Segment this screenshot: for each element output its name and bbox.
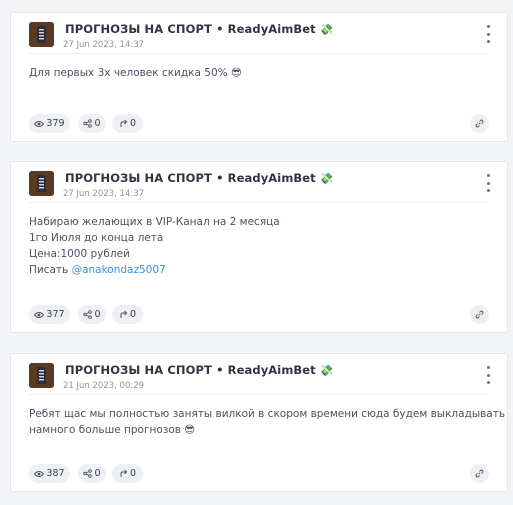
more-vertical-icon[interactable] <box>483 366 493 384</box>
money-emoji: 💸 <box>319 364 334 377</box>
eye-icon <box>34 470 45 477</box>
post-date: 27 Jun 2023, 14:37 <box>63 40 145 50</box>
more-vertical-icon[interactable] <box>483 174 493 192</box>
post-feed: ПРОГНОЗЫ НА СПОРТ • ReadyAimBet 💸 27 Jun… <box>0 0 513 505</box>
header-divider <box>29 202 489 203</box>
shares-counter[interactable]: 0 <box>78 305 106 324</box>
link-icon <box>475 310 484 319</box>
forwards-counter[interactable]: 0 <box>112 305 143 324</box>
channel-name[interactable]: ПРОГНОЗЫ НА СПОРТ • ReadyAimBet 💸 <box>65 171 334 185</box>
shares-count: 0 <box>94 309 101 320</box>
views-counter[interactable]: 377 <box>29 305 70 324</box>
post-text: Набираю желающих в VIP-Канал на 2 месяца… <box>29 214 489 278</box>
shares-counter[interactable]: 0 <box>78 114 106 133</box>
link-icon <box>475 119 484 128</box>
post-header: ПРОГНОЗЫ НА СПОРТ • ReadyAimBet 💸 27 Jun… <box>11 13 507 53</box>
header-divider <box>29 53 489 54</box>
post-text-line: Цена:1000 рублей <box>29 248 130 260</box>
money-emoji: 💸 <box>319 172 334 185</box>
eye-icon <box>34 311 45 318</box>
views-count: 377 <box>46 309 65 320</box>
forward-arrow-icon <box>120 310 128 318</box>
post-card: ПРОГНОЗЫ НА СПОРТ • ReadyAimBet 💸 27 Jun… <box>10 12 508 142</box>
channel-name[interactable]: ПРОГНОЗЫ НА СПОРТ • ReadyAimBet 💸 <box>65 363 334 377</box>
post-text: Ребят щас мы полностью заняты вилкой в с… <box>29 406 506 438</box>
link-icon <box>475 469 484 478</box>
post-date: 27 Jun 2023, 14:37 <box>63 189 145 199</box>
forwards-count: 0 <box>129 118 137 129</box>
channel-name[interactable]: ПРОГНОЗЫ НА СПОРТ • ReadyAimBet 💸 <box>65 22 334 36</box>
channel-avatar[interactable] <box>29 22 54 47</box>
post-text-line: Для первых 3х человек скидка 50% 😎 <box>29 67 242 79</box>
post-footer: 387 0 0 <box>29 464 489 483</box>
post-footer: 379 0 0 <box>29 114 489 133</box>
post-text: Для первых 3х человек скидка 50% 😎 <box>29 65 489 81</box>
shares-counter[interactable]: 0 <box>78 464 106 483</box>
views-counter[interactable]: 387 <box>29 464 70 483</box>
post-text-line: Ребят щас мы полностью заняты вилкой в с… <box>29 408 506 420</box>
shares-count: 0 <box>94 468 101 479</box>
channel-avatar[interactable] <box>29 171 54 196</box>
post-text-line: намного больше прогнозов 😎 <box>29 424 196 436</box>
post-text-line: 1го Июля до конца лета <box>29 232 164 244</box>
share-nodes-icon <box>83 469 93 478</box>
eye-icon <box>34 120 45 127</box>
views-count: 379 <box>46 118 65 129</box>
post-card: ПРОГНОЗЫ НА СПОРТ • ReadyAimBet 💸 21 Jun… <box>10 353 508 492</box>
post-card: ПРОГНОЗЫ НА СПОРТ • ReadyAimBet 💸 27 Jun… <box>10 161 508 333</box>
forwards-count: 0 <box>129 309 137 320</box>
forward-arrow-icon <box>120 469 128 477</box>
forwards-count: 0 <box>129 468 137 479</box>
header-divider <box>29 394 489 395</box>
share-nodes-icon <box>83 119 93 128</box>
copy-link-button[interactable] <box>470 464 489 483</box>
post-text-line: Набираю желающих в VIP-Канал на 2 месяца <box>29 216 280 228</box>
more-vertical-icon[interactable] <box>483 25 493 43</box>
forwards-counter[interactable]: 0 <box>112 114 143 133</box>
share-nodes-icon <box>83 310 93 319</box>
post-date: 21 Jun 2023, 00:29 <box>63 381 145 391</box>
post-footer: 377 0 0 <box>29 305 489 324</box>
views-count: 387 <box>46 468 65 479</box>
money-emoji: 💸 <box>319 23 334 36</box>
forward-arrow-icon <box>120 119 128 127</box>
copy-link-button[interactable] <box>470 114 489 133</box>
shares-count: 0 <box>94 118 101 129</box>
forwards-counter[interactable]: 0 <box>112 464 143 483</box>
post-header: ПРОГНОЗЫ НА СПОРТ • ReadyAimBet 💸 21 Jun… <box>11 354 507 394</box>
contact-username-link[interactable]: @anakondaz5007 <box>72 264 166 276</box>
views-counter[interactable]: 379 <box>29 114 70 133</box>
copy-link-button[interactable] <box>470 305 489 324</box>
channel-avatar[interactable] <box>29 363 54 388</box>
post-text-line: Писать @anakondaz5007 <box>29 264 166 276</box>
post-header: ПРОГНОЗЫ НА СПОРТ • ReadyAimBet 💸 27 Jun… <box>11 162 507 202</box>
